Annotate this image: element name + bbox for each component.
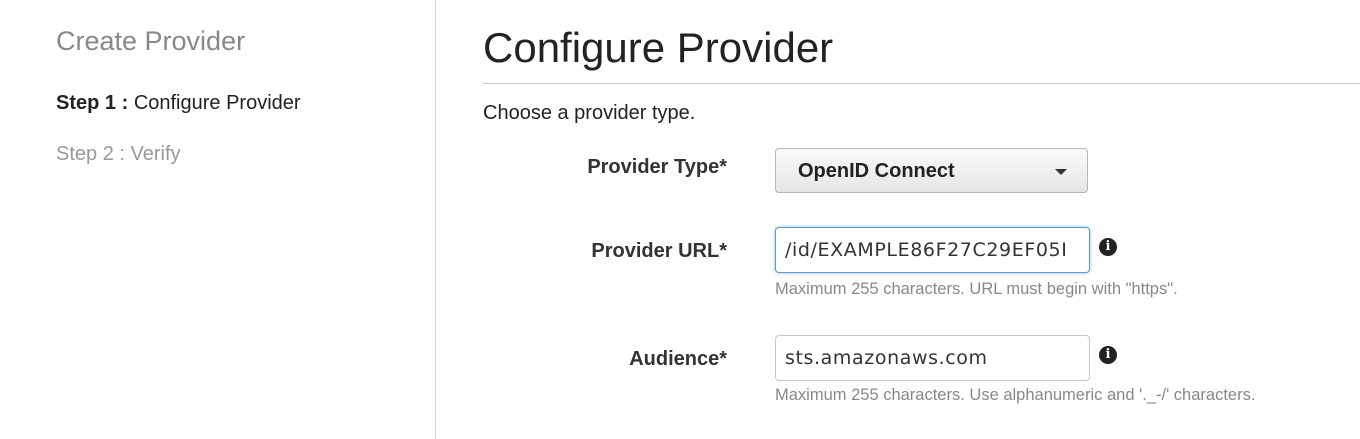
provider-type-value: OpenID Connect <box>798 160 955 182</box>
chevron-down-icon <box>1055 169 1067 175</box>
wizard-title: Create Provider <box>56 26 246 56</box>
page-title: Configure Provider <box>483 24 834 71</box>
info-icon[interactable]: i <box>1099 238 1117 256</box>
provider-type-label: Provider Type* <box>587 156 727 178</box>
main-content: Configure Provider Choose a provider typ… <box>483 0 1360 439</box>
title-divider <box>483 83 1360 84</box>
wizard-step-verify: Step 2 : Verify <box>56 143 181 166</box>
create-provider-page: Create Provider Step 1 : Configure Provi… <box>0 0 1360 439</box>
provider-url-input[interactable] <box>775 227 1090 273</box>
step-number: Step 2 : <box>56 143 125 165</box>
info-icon[interactable]: i <box>1099 346 1117 364</box>
audience-label: Audience* <box>629 348 727 370</box>
provider-url-label: Provider URL* <box>591 240 727 262</box>
audience-input[interactable] <box>775 335 1090 381</box>
audience-help: Maximum 255 characters. Use alphanumeric… <box>775 386 1256 404</box>
step-label: Configure Provider <box>133 92 301 114</box>
wizard-nav: Create Provider Step 1 : Configure Provi… <box>0 0 436 439</box>
instructions-text: Choose a provider type. <box>483 102 696 124</box>
step-number: Step 1 : <box>56 92 129 114</box>
wizard-step-configure-provider[interactable]: Step 1 : Configure Provider <box>56 92 301 115</box>
step-label: Verify <box>130 143 181 165</box>
provider-type-dropdown[interactable]: OpenID Connect <box>775 148 1088 193</box>
provider-url-help: Maximum 255 characters. URL must begin w… <box>775 280 1178 298</box>
